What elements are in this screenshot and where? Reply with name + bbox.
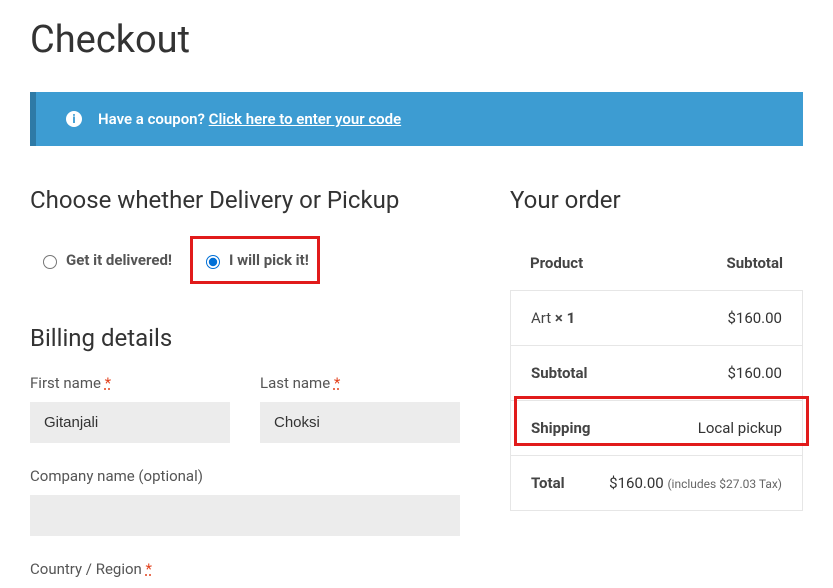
required-mark: * xyxy=(105,374,111,392)
required-mark: * xyxy=(334,374,340,392)
country-label: Country / Region * xyxy=(30,560,460,578)
order-subtotal-row: Subtotal $160.00 xyxy=(510,345,803,400)
last-name-label-text: Last name xyxy=(260,374,334,392)
order-summary: Product Subtotal Art × 1 $160.00 Subtota… xyxy=(510,236,803,511)
company-label: Company name (optional) xyxy=(30,467,460,485)
tax-note: (includes $27.03 Tax) xyxy=(667,477,782,491)
coupon-link[interactable]: Click here to enter your code xyxy=(209,110,401,128)
subtotal-label: Subtotal xyxy=(531,364,588,382)
first-name-input[interactable] xyxy=(30,402,230,443)
country-label-text: Country / Region xyxy=(30,560,146,578)
line-item-name: Art xyxy=(531,309,555,327)
billing-heading: Billing details xyxy=(30,324,460,352)
delivery-heading: Choose whether Delivery or Pickup xyxy=(30,186,460,214)
shipping-value: Local pickup xyxy=(698,419,782,437)
line-item-price: $160.00 xyxy=(727,309,782,327)
company-input[interactable] xyxy=(30,495,460,536)
order-total-row: Total $160.00 (includes $27.03 Tax) xyxy=(510,455,803,511)
coupon-prompt: Have a coupon? xyxy=(98,110,209,128)
order-heading: Your order xyxy=(510,186,803,214)
total-value: $160.00 xyxy=(609,474,667,492)
order-header-subtotal: Subtotal xyxy=(727,254,784,272)
line-item-qty: × 1 xyxy=(555,309,575,327)
radio-deliver[interactable] xyxy=(43,255,57,269)
radio-pickup-label: I will pick it! xyxy=(229,251,309,269)
radio-pickup-group[interactable]: I will pick it! xyxy=(190,236,320,284)
first-name-label: First name * xyxy=(30,374,230,392)
order-header-product: Product xyxy=(530,254,583,272)
order-line-item: Art × 1 $160.00 xyxy=(510,290,803,345)
first-name-label-text: First name xyxy=(30,374,105,392)
total-label: Total xyxy=(531,474,565,492)
order-shipping-row: Shipping Local pickup xyxy=(510,400,803,455)
required-mark: * xyxy=(146,560,152,578)
radio-deliver-label: Get it delivered! xyxy=(66,251,172,269)
radio-deliver-group[interactable]: Get it delivered! xyxy=(30,239,180,281)
last-name-label: Last name * xyxy=(260,374,460,392)
last-name-input[interactable] xyxy=(260,402,460,443)
info-icon: i xyxy=(66,111,82,127)
radio-pickup[interactable] xyxy=(206,255,220,269)
order-header-row: Product Subtotal xyxy=(510,236,803,290)
subtotal-value: $160.00 xyxy=(727,364,782,382)
coupon-banner: i Have a coupon? Click here to enter you… xyxy=(30,92,803,146)
shipping-label: Shipping xyxy=(531,419,590,437)
page-title: Checkout xyxy=(30,18,803,62)
